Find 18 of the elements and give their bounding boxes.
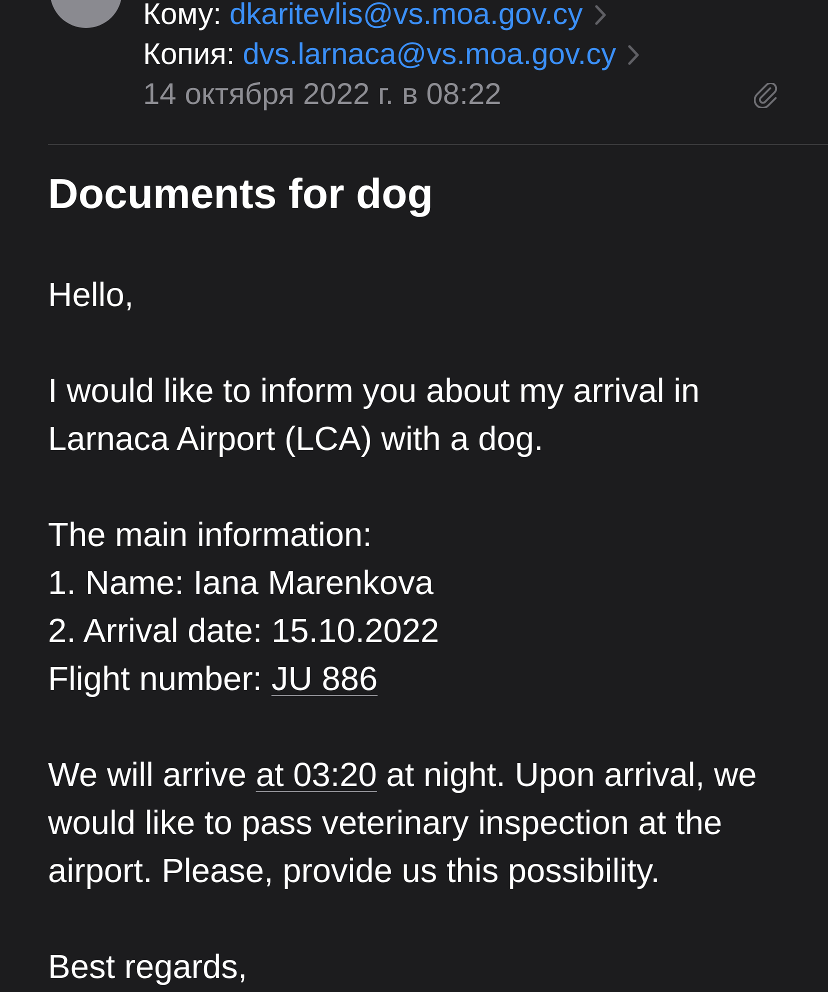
- body-text: I would like to inform you about my arrival in Larnaca Airport (LCA) with a dog.: [48, 372, 701, 460]
- body-text: We will arrive at 03:20 at night. Upon arrival, we would like to pass veterinary inspection at the airport. Please, provide us this possibility.: [48, 756, 758, 892]
- sent-date: 14 октября 2022 г. в 08:22: [143, 77, 502, 113]
- detected-link[interactable]: JU 886: [271, 661, 378, 698]
- chevron-icon: [594, 5, 606, 25]
- body-text: Hello,: [48, 276, 135, 316]
- email-subject: Documents for dog: [48, 169, 434, 219]
- body-text: Flight number: JU 886: [48, 660, 379, 700]
- body-text: The main information:: [48, 516, 373, 556]
- body-text: Best regards,: [48, 948, 248, 988]
- body-text: 1. Name: Iana Marenkova: [48, 564, 434, 604]
- chevron-icon: [628, 45, 640, 65]
- recipient-address[interactable]: dkaritevlis@vs.moa.gov.cy: [229, 0, 583, 35]
- detected-link[interactable]: at 03:20: [256, 757, 377, 794]
- body-text: 2. Arrival date: 15.10.2022: [48, 612, 440, 652]
- recipient-label: Копия:: [143, 37, 235, 73]
- recipient-address[interactable]: dvs.larnaca@vs.moa.gov.cy: [242, 35, 616, 75]
- recipient-label: Кому:: [143, 0, 222, 33]
